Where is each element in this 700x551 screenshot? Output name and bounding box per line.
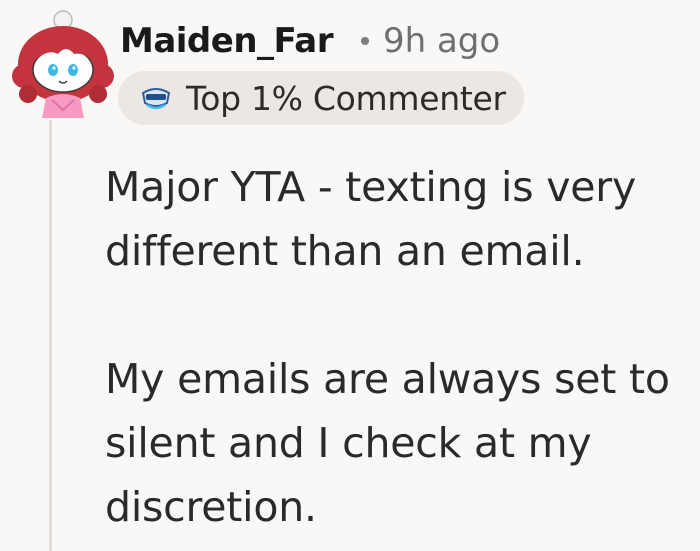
commenter-badge[interactable]: Top 1% Commenter	[118, 71, 524, 125]
separator-dot	[360, 37, 369, 45]
comment-paragraph: My emails are always set to silent and I…	[105, 355, 670, 531]
avatar-image	[12, 10, 114, 118]
username-link[interactable]: Maiden_Far	[120, 21, 333, 61]
timestamp[interactable]: 9h ago	[383, 21, 500, 61]
commenter-badge-icon	[141, 88, 171, 110]
avatar[interactable]	[8, 6, 118, 118]
thread-line[interactable]	[49, 120, 52, 551]
comment-body: Major YTA - texting is very different th…	[105, 155, 695, 539]
comment-paragraph: Major YTA - texting is very different th…	[105, 163, 637, 275]
comment-header: Maiden_Far 9h ago	[120, 18, 500, 64]
badge-label: Top 1% Commenter	[186, 78, 506, 118]
